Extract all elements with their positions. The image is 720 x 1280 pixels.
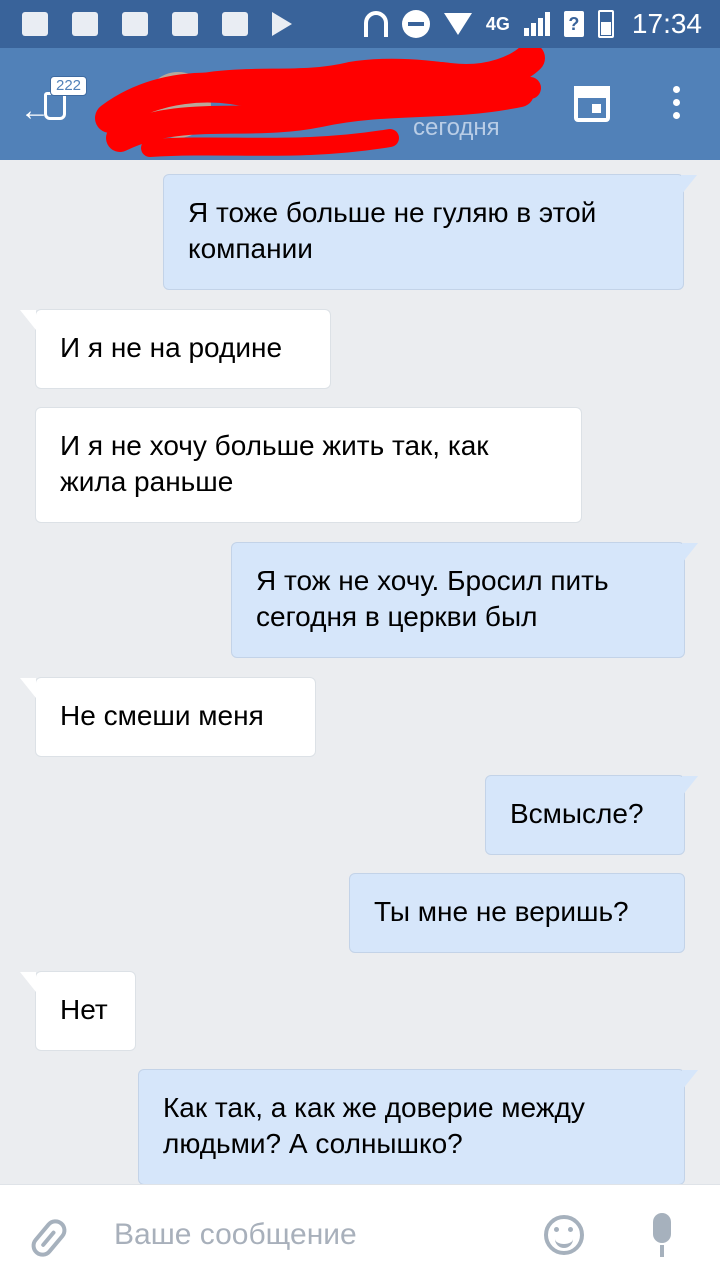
signal-icon <box>523 12 550 36</box>
play-store-notification-icon <box>272 12 292 36</box>
message-text: И я не хочу больше жить так, как жила ра… <box>60 430 489 497</box>
bubble-tail <box>681 175 697 195</box>
task-notification-icon <box>222 12 248 36</box>
bubble-tail <box>20 678 36 698</box>
status-bar: 4G ? 17:34 <box>0 0 720 48</box>
message-outgoing[interactable]: Я тоже больше не гуляю в этой компании <box>163 174 697 290</box>
bubble-tail <box>682 543 698 563</box>
unread-badge: 222 <box>50 76 88 96</box>
message-input[interactable] <box>114 1213 514 1257</box>
message-text: И я не на родине <box>60 332 283 363</box>
paperclip-icon[interactable] <box>27 1214 71 1262</box>
message-outgoing[interactable]: Как так, а как же доверие между людьми? … <box>138 1069 698 1185</box>
message-composer <box>0 1184 720 1280</box>
bubble-tail <box>682 776 698 796</box>
image-notification-icon <box>122 12 148 36</box>
back-button[interactable]: ← 222 <box>20 76 90 132</box>
message-outgoing[interactable]: Ты мне не веришь? <box>349 873 685 953</box>
message-incoming[interactable]: И я не хочу больше жить так, как жила ра… <box>35 407 582 523</box>
wifi-icon <box>443 13 472 35</box>
network-type: 4G <box>485 13 510 34</box>
document-notification-icon <box>22 12 48 36</box>
redaction-scribble <box>95 48 545 157</box>
message-text: Я тоже больше не гуляю в этой компании <box>188 197 597 264</box>
bubble-tail <box>20 972 36 992</box>
message-text: Всмысле? <box>510 798 644 829</box>
message-outgoing[interactable]: Я тож не хочу. Бросил пить сегодня в цер… <box>231 542 698 658</box>
message-incoming[interactable]: Нет <box>20 971 136 1051</box>
message-text: Как так, а как же доверие между людьми? … <box>163 1092 585 1159</box>
message-text: Нет <box>60 994 108 1025</box>
battery-icon <box>597 10 614 38</box>
coffee-cup-icon <box>44 92 66 120</box>
chat-header: ← 222 сегодня <box>0 48 720 160</box>
notification-icons <box>22 12 292 36</box>
headset-icon <box>363 11 388 37</box>
message-outgoing[interactable]: Всмысле? <box>485 775 698 855</box>
message-incoming[interactable]: И я не на родине <box>20 309 331 389</box>
calendar-icon[interactable] <box>574 86 610 122</box>
youtube-notification-icon <box>172 12 198 36</box>
more-options-icon[interactable] <box>665 86 687 126</box>
bubble-tail <box>682 1070 698 1090</box>
message-text: Не смеши меня <box>60 700 264 731</box>
system-icons: 4G ? 17:34 <box>363 8 702 40</box>
message-incoming[interactable]: Не смеши меня <box>20 677 316 757</box>
message-text: Я тож не хочу. Бросил пить сегодня в цер… <box>256 565 609 632</box>
do-not-disturb-icon <box>401 10 430 38</box>
unknown-sim-icon: ? <box>563 11 584 37</box>
status-time: 17:34 <box>631 8 702 39</box>
bubble-tail <box>20 310 36 330</box>
smiley-icon[interactable] <box>544 1215 584 1255</box>
message-notification-icon <box>72 12 98 36</box>
message-text: Ты мне не веришь? <box>374 896 629 927</box>
microphone-icon[interactable] <box>653 1213 671 1257</box>
